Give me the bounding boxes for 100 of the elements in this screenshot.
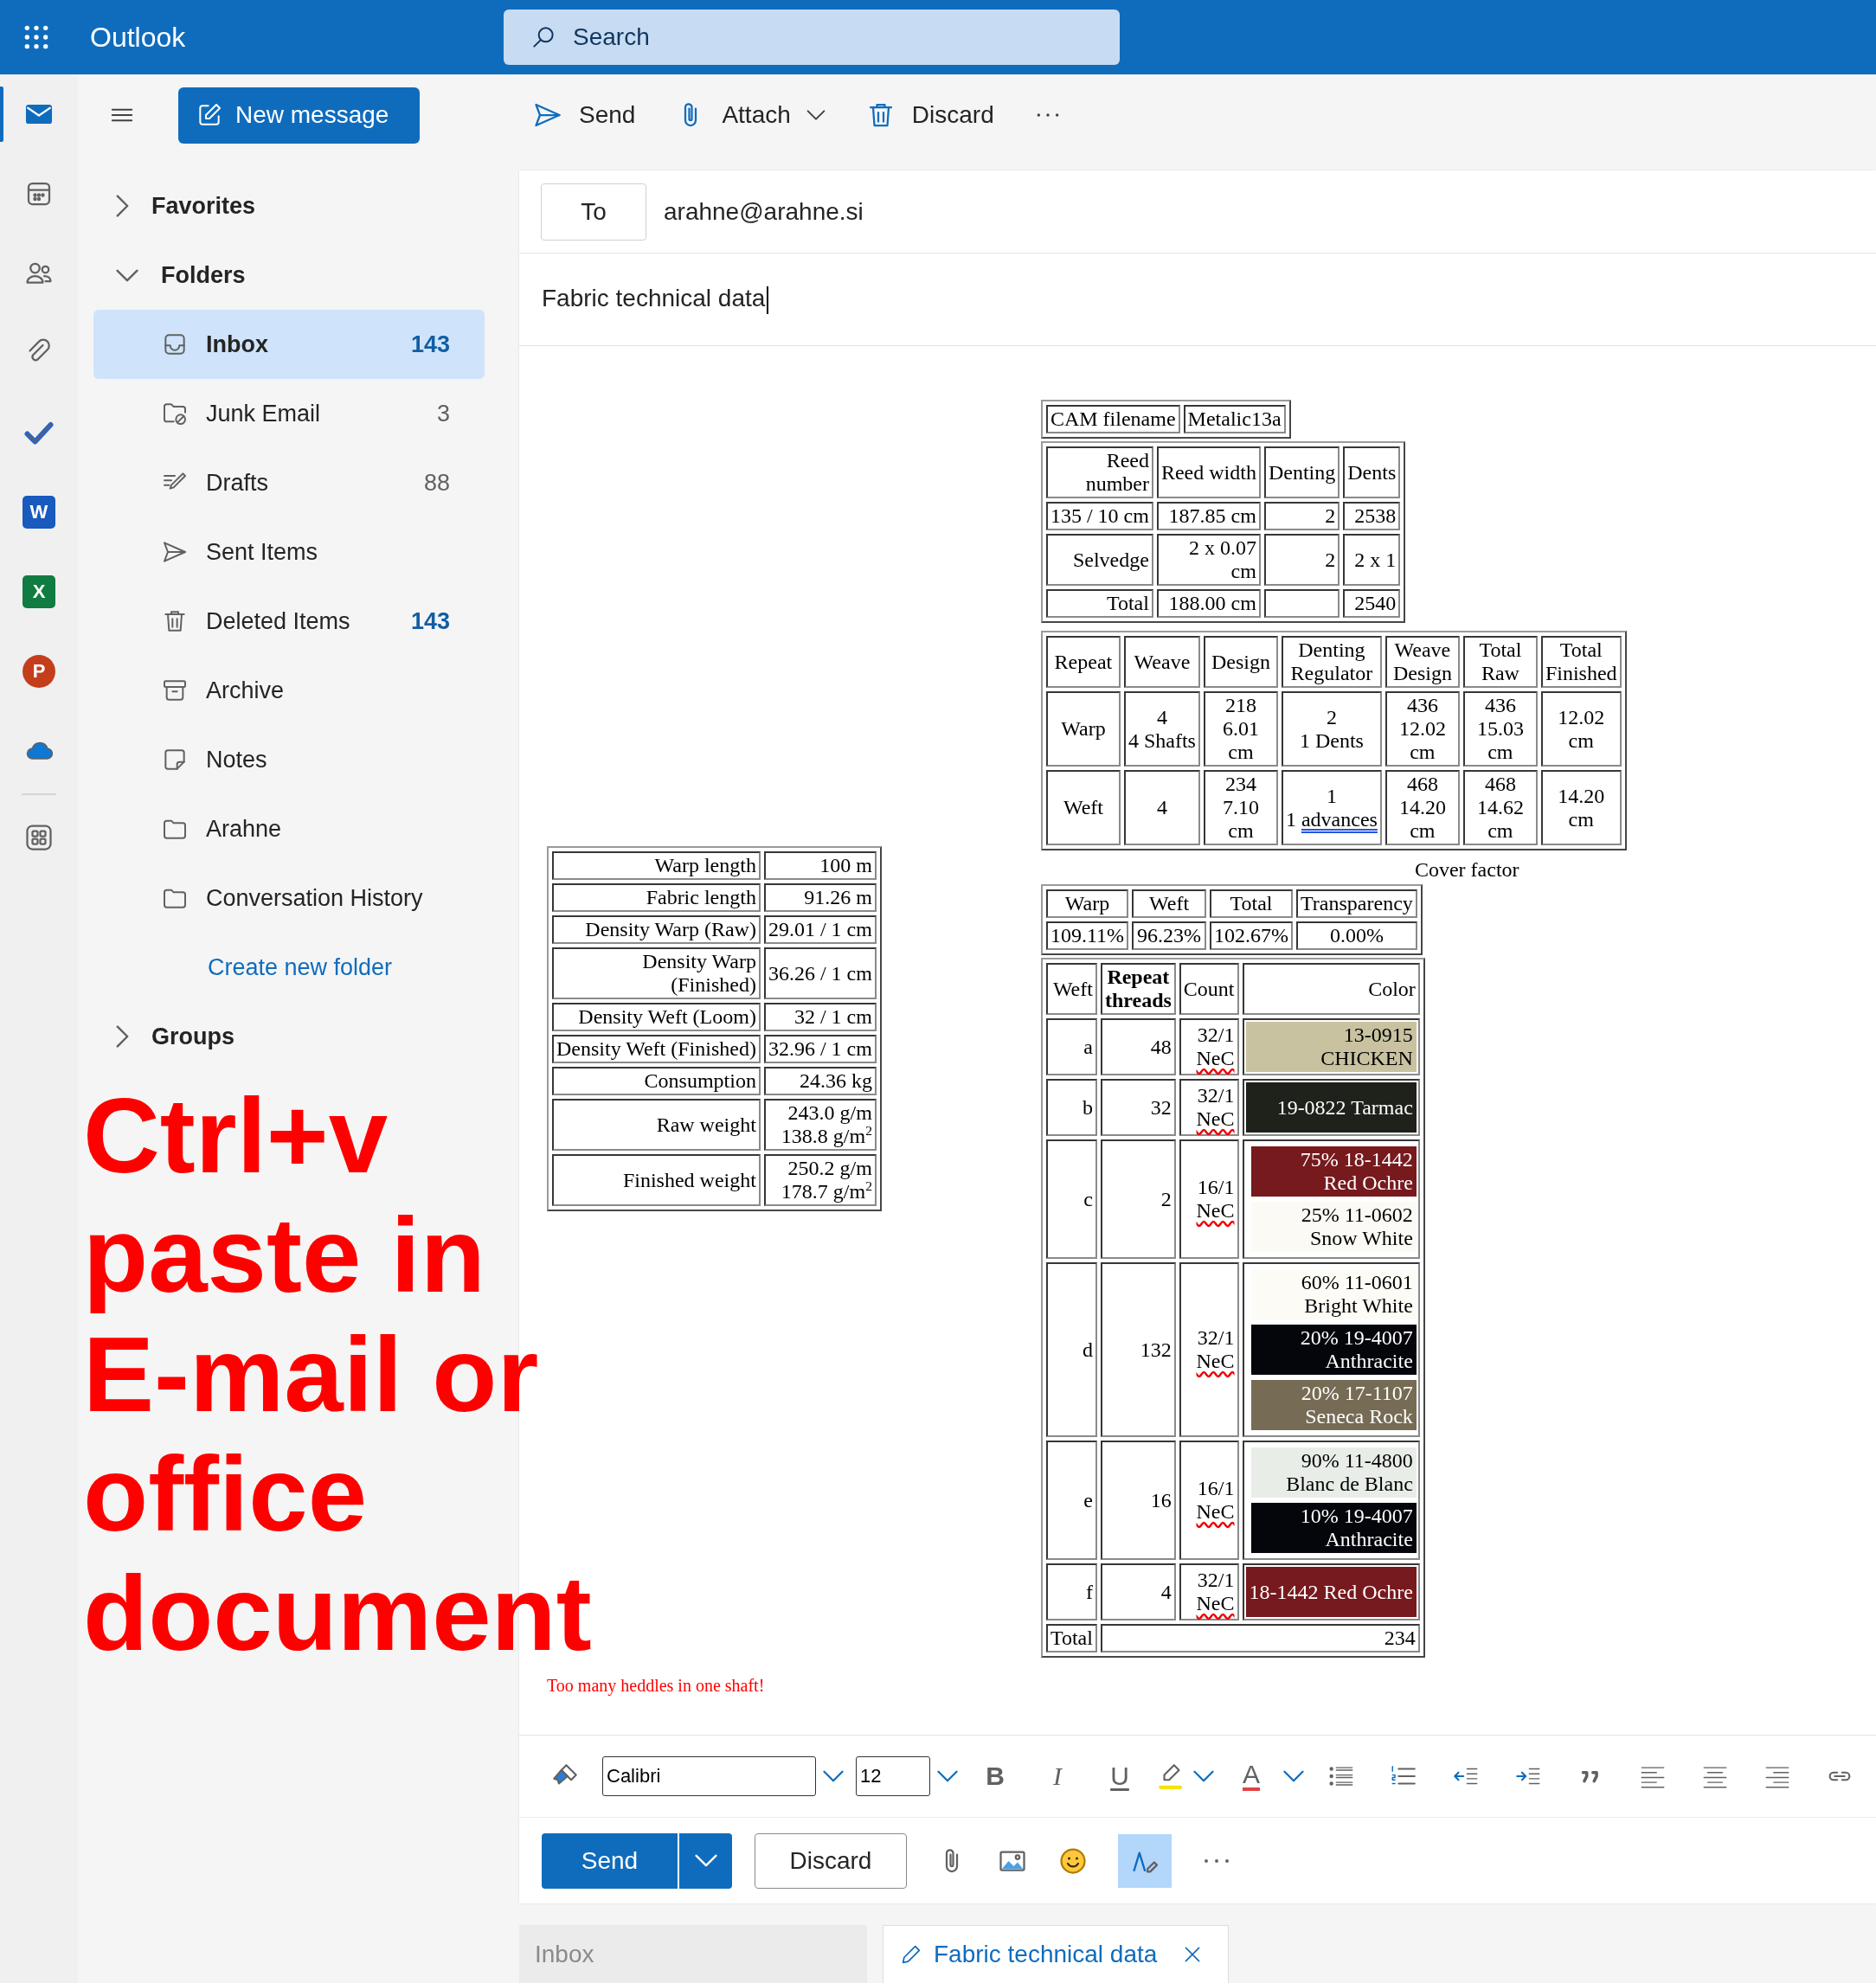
font-color-button[interactable]: A [1226,1755,1276,1798]
dropdown-caret-icon[interactable] [1193,1770,1214,1782]
color-swatch: 60% 11-0601 Bright White [1250,1269,1417,1319]
section-label[interactable]: Favorites [151,192,256,220]
overlay-caption: paste in [83,1196,485,1315]
font-size-field[interactable]: 12 [856,1756,930,1796]
table-cell: 436 15.03 cm [1462,691,1538,767]
discard-button[interactable]: Discard [755,1832,907,1889]
table-cell: Density Weft (Finished) [552,1035,761,1063]
color-swatch: 13-0915 CHICKEN [1245,1022,1417,1072]
table-cell: c [1045,1139,1097,1259]
table-cell: 100 m [763,851,877,880]
table-cell: Warp length [552,851,761,880]
folder-item[interactable]: Arahne [93,794,485,863]
dropdown-caret-icon[interactable] [823,1770,844,1782]
table-cell: 188.00 cm [1156,589,1261,618]
table-cell: b [1045,1079,1097,1136]
unread-count: 3 [436,400,450,427]
column-header: Reed width [1156,446,1261,498]
folder-item[interactable]: Drafts 88 [93,448,485,517]
table-cell: 16/1 NeC [1179,1139,1239,1259]
new-message-button[interactable]: New message [178,87,420,144]
folder-item[interactable]: Deleted Items 143 [93,587,485,656]
table-cell: 2538 [1343,502,1401,530]
section-label[interactable]: Groups [151,1023,234,1050]
table-cell: 4 4 Shafts [1123,691,1200,767]
table-cell: 468 14.20 cm [1385,770,1460,845]
table-cell: Consumption [552,1067,761,1095]
table-cell: 32/1 NeC [1179,1018,1239,1075]
chevron-icon[interactable] [116,268,138,282]
table-cell: 2 1 Dents [1281,691,1382,767]
table-cell: 468 14.62 cm [1462,770,1538,845]
color-swatch: 20% 19-4007 Anthracite [1250,1325,1417,1375]
table-cell: 4 [1100,1563,1176,1620]
window-tab[interactable]: Fabric technical data [883,1925,1229,1983]
dropdown-caret-icon[interactable] [1283,1770,1304,1782]
overlay-caption: document [83,1554,592,1673]
overlay-caption: E-mail or [83,1315,539,1434]
to-button[interactable]: To [541,183,646,241]
send-button[interactable]: Send [542,1832,678,1889]
app-tile-button[interactable]: W [22,496,55,529]
folder-item[interactable]: Conversation History [93,863,485,933]
color-swatch: 25% 11-0602 Snow White [1250,1202,1417,1252]
editor-pen-icon[interactable] [1118,1833,1172,1888]
underline-button[interactable]: U [1095,1755,1145,1798]
app-tile-button[interactable]: X [22,575,55,608]
color-swatch: 20% 17-1107 Seneca Rock [1250,1380,1417,1430]
table-cell: 96.23% [1132,921,1207,950]
table-cell: 48 [1100,1018,1176,1075]
chevron-icon[interactable] [116,195,129,217]
recipient-field[interactable]: arahne@arahne.si [664,197,864,226]
send-button[interactable]: Send [532,99,636,131]
attach-button[interactable]: Attach [675,99,826,131]
folder-item[interactable]: Junk Email 3 [93,379,485,448]
table-cell: 187.85 cm [1156,502,1261,530]
table-cell: d [1045,1262,1097,1437]
app-title: Outlook [90,21,187,54]
warning-text: Too many heddles in one shaft! [547,1675,766,1696]
search-field[interactable]: Search [504,10,1120,65]
unread-count: 143 [410,330,450,358]
table-cell: 29.01 / 1 cm [763,915,877,944]
table-cell: Density Weft (Loom) [552,1003,761,1031]
dropdown-caret-icon[interactable] [937,1770,958,1782]
create-folder-link[interactable]: Create new folder [208,953,393,981]
color-swatch: 10% 19-4007 Anthracite [1250,1503,1417,1553]
subject-field[interactable]: Fabric technical data [542,285,769,314]
table-cell: 16 [1100,1441,1176,1560]
selection-indicator [0,87,3,142]
table-cell: 0.00% [1296,921,1417,950]
folder-item[interactable]: Archive [93,656,485,725]
column-header: Count [1179,963,1239,1015]
folder-item[interactable]: Sent Items [93,517,485,587]
font-name-field[interactable]: Calibri [602,1756,816,1796]
table-cell: Total [1045,1624,1097,1652]
table-cell: 32/1 NeC [1179,1262,1239,1437]
table-cell: 2 x 0.07 cm [1156,534,1261,586]
table-cell: e [1045,1441,1097,1560]
table-cell: Finished weight [552,1154,761,1206]
table-cell: 102.67% [1210,921,1294,950]
folder-item[interactable]: Notes [93,725,485,794]
column-header: Total Finished [1540,636,1622,688]
table-cell: 2 [1263,502,1340,530]
column-header: Denting [1263,446,1340,498]
table-cell: Metalic13a [1183,405,1286,433]
table-cell: 2540 [1343,589,1401,618]
discard-button[interactable]: Discard [864,99,994,131]
column-header: Repeat threads [1100,963,1176,1015]
chevron-icon[interactable] [116,1025,129,1048]
italic-button[interactable]: I [1032,1755,1083,1798]
table-cell: 250.2 g/m 178.7 g/m$^{2}$ [763,1154,877,1206]
column-header: Total [1210,889,1294,918]
folder-item[interactable]: Inbox 143 [93,310,485,379]
color-swatch: 19-0822 Tarmac [1245,1082,1417,1133]
overlay-caption: Ctrl+v [83,1076,389,1196]
apps-grid-icon[interactable] [23,822,55,853]
apps-grid-icon[interactable] [22,23,50,51]
bold-button[interactable]: B [970,1755,1020,1798]
app-tile-button[interactable]: P [22,655,55,688]
section-label[interactable]: Folders [161,261,246,289]
send-options-button[interactable] [679,1832,732,1889]
